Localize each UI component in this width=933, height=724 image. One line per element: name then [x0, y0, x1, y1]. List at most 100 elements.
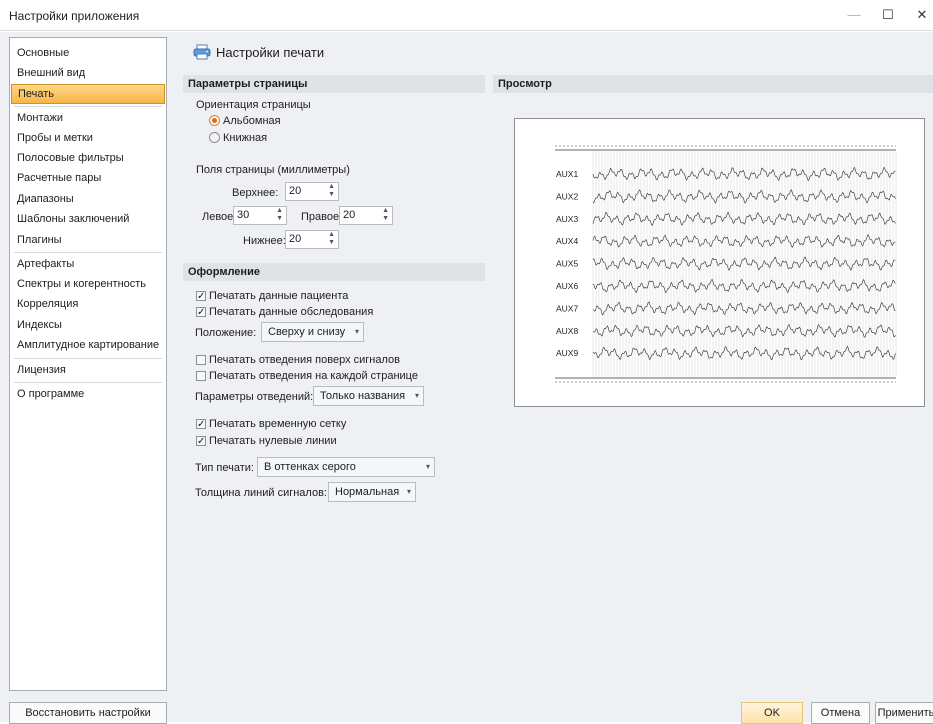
position-select[interactable]: Сверху и снизу ▾: [261, 322, 364, 342]
leads-each-checkbox[interactable]: [196, 371, 206, 381]
margin-right-stepper[interactable]: 20 ▲ ▼: [339, 206, 393, 225]
stepper-arrows-icon[interactable]: ▲ ▼: [328, 183, 335, 199]
page-title: Настройки печати: [216, 45, 325, 60]
chevron-down-icon: ▾: [406, 487, 411, 496]
printer-icon: [193, 44, 211, 60]
main-panel: Настройки печати Параметры страницы Орие…: [177, 32, 933, 722]
leads-over-checkbox[interactable]: [196, 355, 206, 365]
sidebar-item-general[interactable]: Основные: [11, 44, 165, 64]
sidebar-item-artifacts[interactable]: Артефакты: [11, 255, 165, 275]
zero-lines-checkbox[interactable]: ✓: [196, 436, 206, 447]
margin-top-label: Верхнее:: [232, 187, 279, 199]
preview-channel-label: AUX5: [556, 259, 578, 269]
time-grid-label[interactable]: Печатать временную сетку: [209, 418, 346, 430]
lead-params-value: Только названия: [320, 390, 406, 402]
margin-left-stepper[interactable]: 30 ▲ ▼: [233, 206, 287, 225]
sidebar-item-plugins[interactable]: Плагины: [11, 231, 165, 251]
ok-button[interactable]: OK: [741, 702, 803, 724]
window-title: Настройки приложения: [9, 9, 140, 23]
preview-signal-trace: [592, 345, 896, 361]
margin-right-value: 20: [343, 209, 356, 221]
preview-signal-trace: [592, 256, 896, 271]
sidebar-separator: [14, 358, 162, 359]
chevron-down-icon: ▾: [425, 462, 430, 471]
sidebar-item-amplitude-mapping[interactable]: Амплитудное картирование: [11, 336, 165, 356]
margin-left-label: Левое:: [202, 211, 237, 223]
lead-params-label: Параметры отведений:: [195, 391, 314, 403]
margin-bottom-stepper[interactable]: 20 ▲ ▼: [285, 230, 339, 249]
margin-top-stepper[interactable]: 20 ▲ ▼: [285, 182, 339, 201]
print-type-select[interactable]: В оттенках серого ▾: [257, 457, 435, 477]
cancel-button[interactable]: Отмена: [811, 702, 870, 724]
sidebar-separator: [14, 382, 162, 383]
sidebar-item-correlation[interactable]: Корреляция: [11, 295, 165, 315]
preview-page: AUX1 AUX2 AUX3 AUX4 AUX5 AUX6 AUX7 AUX8 AUX9: [555, 145, 897, 383]
print-type-value: В оттенках серого: [264, 461, 356, 473]
orientation-portrait-radio[interactable]: [209, 132, 220, 143]
preview-signal-trace: [592, 166, 896, 182]
orientation-portrait-label[interactable]: Книжная: [223, 132, 267, 144]
time-grid-checkbox[interactable]: ✓: [196, 419, 206, 430]
sidebar-item-spectra[interactable]: Спектры и когерентность: [11, 275, 165, 295]
margin-left-value: 30: [237, 209, 250, 221]
zero-lines-label[interactable]: Печатать нулевые линии: [209, 435, 337, 447]
preview-signal-trace: [592, 323, 896, 338]
window-body: Основные Внешний вид Печать Монтажи Проб…: [0, 32, 933, 724]
sidebar-item-probes[interactable]: Пробы и метки: [11, 129, 165, 149]
sidebar-item-appearance[interactable]: Внешний вид: [11, 64, 165, 84]
preview-channel-label: AUX3: [556, 214, 578, 224]
sidebar-item-indexes[interactable]: Индексы: [11, 316, 165, 336]
preview-channel-label: AUX1: [556, 169, 578, 179]
preview-channel-label: AUX4: [556, 236, 578, 246]
print-exam-checkbox[interactable]: ✓: [196, 307, 206, 318]
minimize-button[interactable]: —: [843, 6, 865, 24]
print-exam-label[interactable]: Печатать данные обследования: [209, 306, 373, 318]
sidebar-item-pairs[interactable]: Расчетные пары: [11, 169, 165, 189]
leads-over-label[interactable]: Печатать отведения поверх сигналов: [209, 354, 400, 366]
sidebar-item-ranges[interactable]: Диапазоны: [11, 190, 165, 210]
sidebar-nav: Основные Внешний вид Печать Монтажи Проб…: [9, 37, 167, 691]
orientation-label: Ориентация страницы: [196, 99, 311, 111]
print-patient-label[interactable]: Печатать данные пациента: [209, 290, 348, 302]
title-bar: Настройки приложения — ☐ ✕: [0, 0, 933, 31]
line-thickness-select[interactable]: Нормальная ▾: [328, 482, 416, 502]
preview-signal-trace: [592, 278, 896, 294]
sidebar-item-about[interactable]: О программе: [11, 385, 165, 405]
orientation-landscape-label[interactable]: Альбомная: [223, 115, 281, 127]
print-patient-checkbox[interactable]: ✓: [196, 291, 206, 302]
section-appearance: Оформление: [183, 263, 485, 281]
margins-label: Поля страницы (миллиметры): [196, 164, 350, 176]
chevron-down-icon: ▾: [354, 327, 359, 336]
margin-bottom-label: Нижнее:: [243, 235, 286, 247]
sidebar-item-bandpass[interactable]: Полосовые фильтры: [11, 149, 165, 169]
reset-settings-button[interactable]: Восстановить настройки: [9, 702, 167, 724]
stepper-arrows-icon[interactable]: ▲ ▼: [382, 207, 389, 223]
sidebar-separator: [14, 252, 162, 253]
sidebar-item-print[interactable]: Печать: [11, 84, 165, 104]
section-preview: Просмотр: [493, 75, 933, 93]
maximize-button[interactable]: ☐: [877, 6, 899, 24]
preview-channel-label: AUX8: [556, 326, 578, 336]
close-button[interactable]: ✕: [911, 6, 933, 24]
preview-channel-label: AUX7: [556, 303, 578, 313]
sidebar-item-license[interactable]: Лицензия: [11, 361, 165, 381]
preview-channel-label: AUX6: [556, 281, 578, 291]
leads-each-label[interactable]: Печатать отведения на каждой странице: [209, 370, 418, 382]
print-type-label: Тип печати:: [195, 462, 254, 474]
sidebar-item-montages[interactable]: Монтажи: [11, 109, 165, 129]
apply-button[interactable]: Применить: [875, 702, 933, 724]
stepper-arrows-icon[interactable]: ▲ ▼: [276, 207, 283, 223]
lead-params-select[interactable]: Только названия ▾: [313, 386, 424, 406]
stepper-arrows-icon[interactable]: ▲ ▼: [328, 231, 335, 247]
margin-right-label: Правое:: [301, 211, 343, 223]
line-thickness-label: Толщина линий сигналов:: [195, 487, 327, 499]
print-preview: AUX1 AUX2 AUX3 AUX4 AUX5 AUX6 AUX7 AUX8 AUX9: [514, 118, 925, 407]
section-page-params: Параметры страницы: [183, 75, 485, 93]
preview-channel-label: AUX9: [556, 348, 578, 358]
orientation-landscape-radio[interactable]: [209, 115, 220, 126]
preview-signal-trace: [592, 189, 896, 204]
sidebar-item-templates[interactable]: Шаблоны заключений: [11, 210, 165, 230]
margin-top-value: 20: [289, 185, 302, 197]
position-value: Сверху и снизу: [268, 326, 346, 338]
line-thickness-value: Нормальная: [335, 486, 400, 498]
